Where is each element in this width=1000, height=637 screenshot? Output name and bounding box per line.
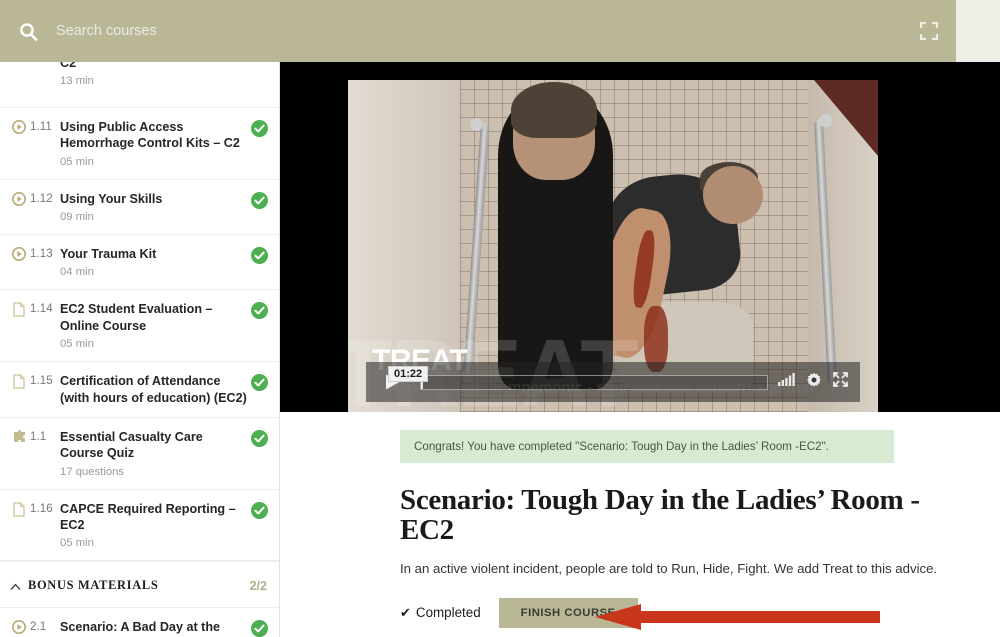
play-circle-icon (8, 246, 30, 262)
lesson-item[interactable]: 1.16 CAPCE Required Reporting – EC2 05 m… (0, 489, 279, 562)
fullscreen-icon[interactable] (833, 372, 848, 392)
lesson-completed-icon (251, 619, 271, 637)
play-circle-icon (8, 62, 30, 63)
document-icon (8, 301, 30, 318)
lesson-completed-icon (251, 429, 271, 452)
lesson-title: EC2 Student Evaluation – Online Course (60, 302, 213, 333)
document-icon (8, 373, 30, 389)
lesson-item[interactable]: 1.11 Using Public Access Hemorrhage Cont… (0, 108, 279, 180)
page-title: Scenario: Tough Day in the Ladies’ Room … (400, 484, 920, 547)
lesson-completed-icon (251, 373, 271, 396)
lesson-description: In an active violent incident, people ar… (400, 560, 938, 576)
lesson-number: 2.1 (30, 621, 47, 634)
lesson-completed-icon (251, 501, 271, 524)
lesson-number: 1.14 (30, 303, 53, 316)
annotation-arrow-icon (595, 603, 880, 630)
quiz-item[interactable]: 1.1 Essential Casualty Care Course Quiz … (0, 417, 279, 490)
section-progress-count: 2/2 (249, 578, 267, 593)
lesson-title: Your Trauma Kit (60, 247, 157, 262)
chevron-up-icon[interactable] (10, 579, 28, 593)
lesson-duration: 05 min (60, 338, 94, 351)
gear-icon[interactable] (806, 372, 822, 393)
signal-bars-icon[interactable] (778, 373, 795, 391)
lesson-duration: 05 min (60, 155, 94, 168)
puzzle-piece-icon (8, 429, 30, 444)
lesson-completed-icon (251, 301, 271, 324)
lesson-item[interactable]: 2.1 Scenario: A Bad Day at the Office – … (0, 608, 279, 637)
lesson-duration: 13 min (60, 75, 94, 88)
lesson-title: Using Your Skills (60, 191, 163, 206)
lesson-completed-icon (251, 119, 271, 142)
quiz-question-count: 17 questions (60, 465, 125, 478)
lesson-content: Congrats! You have completed "Scenario: … (280, 412, 1000, 637)
video-player[interactable]: TREAT TREAT Run the MARCH mnemonic - sto… (280, 62, 1000, 412)
play-circle-icon (8, 191, 30, 206)
lesson-title: Scenario: A Bad Day at the Office – C2 (60, 620, 221, 637)
lesson-item[interactable]: 1.15 Certification of Attendance (with h… (0, 362, 279, 418)
lesson-status (251, 62, 271, 63)
lesson-number (30, 62, 60, 64)
top-header-bar (0, 0, 956, 62)
check-icon: ✔ (400, 604, 411, 620)
lesson-duration: 05 min (60, 537, 94, 550)
course-player-page: C2 13 min 1.11 Using Public Access Hemor… (0, 0, 1000, 637)
header-right-strip (956, 0, 1000, 62)
lesson-title: CAPCE Required Reporting – EC2 (60, 501, 236, 532)
lesson-item[interactable]: 1.14 EC2 Student Evaluation – Online Cou… (0, 290, 279, 363)
lesson-number: 1.1 (30, 430, 47, 443)
lesson-completed-icon (251, 246, 271, 269)
document-icon (8, 501, 30, 517)
lesson-duration: 04 min (60, 266, 94, 279)
lesson-number: 1.15 (30, 375, 53, 388)
search-input[interactable] (56, 23, 902, 39)
section-title: BONUS MATERIALS (28, 578, 159, 593)
lesson-item[interactable]: 1.13 Your Trauma Kit 04 min (0, 235, 279, 291)
lesson-item-partial[interactable]: C2 13 min (0, 62, 279, 108)
lesson-number: 1.13 (30, 248, 53, 261)
lesson-number: 1.11 (30, 121, 52, 133)
lesson-duration: 09 min (60, 211, 94, 224)
completion-alert-banner: Congrats! You have completed "Scenario: … (400, 430, 894, 463)
lesson-number: 1.16 (30, 502, 53, 515)
completed-label-text: Completed (415, 605, 481, 621)
lesson-item[interactable]: 1.12 Using Your Skills 09 min (0, 179, 279, 236)
play-circle-icon (8, 619, 30, 635)
play-circle-icon (8, 119, 30, 134)
lesson-title: Using Public Access Hemorrhage Control K… (60, 120, 240, 151)
lesson-action-row: ✔ Completed FINISH COURSE (400, 597, 958, 630)
video-time-tooltip: 01:22 (388, 366, 429, 382)
video-frame[interactable]: TREAT TREAT Run the MARCH mnemonic - sto… (348, 80, 878, 412)
video-controls-bar[interactable] (366, 362, 860, 402)
video-progress-bar[interactable] (420, 374, 768, 390)
lesson-number: 1.12 (30, 192, 53, 205)
search-icon[interactable] (14, 17, 42, 45)
fullscreen-expand-icon[interactable] (902, 0, 956, 62)
lesson-title: C2 (60, 62, 77, 70)
lesson-title: Certification of Attendance (with hours … (60, 374, 247, 405)
lesson-completed-icon (251, 191, 271, 214)
section-header-bonus-materials[interactable]: BONUS MATERIALS 2/2 (0, 561, 279, 609)
course-curriculum-sidebar[interactable]: C2 13 min 1.11 Using Public Access Hemor… (0, 62, 280, 637)
main-content-area: TREAT TREAT Run the MARCH mnemonic - sto… (280, 62, 1000, 637)
completed-status: ✔ Completed (400, 605, 481, 621)
lesson-title: Essential Casualty Care Course Quiz (60, 429, 203, 461)
